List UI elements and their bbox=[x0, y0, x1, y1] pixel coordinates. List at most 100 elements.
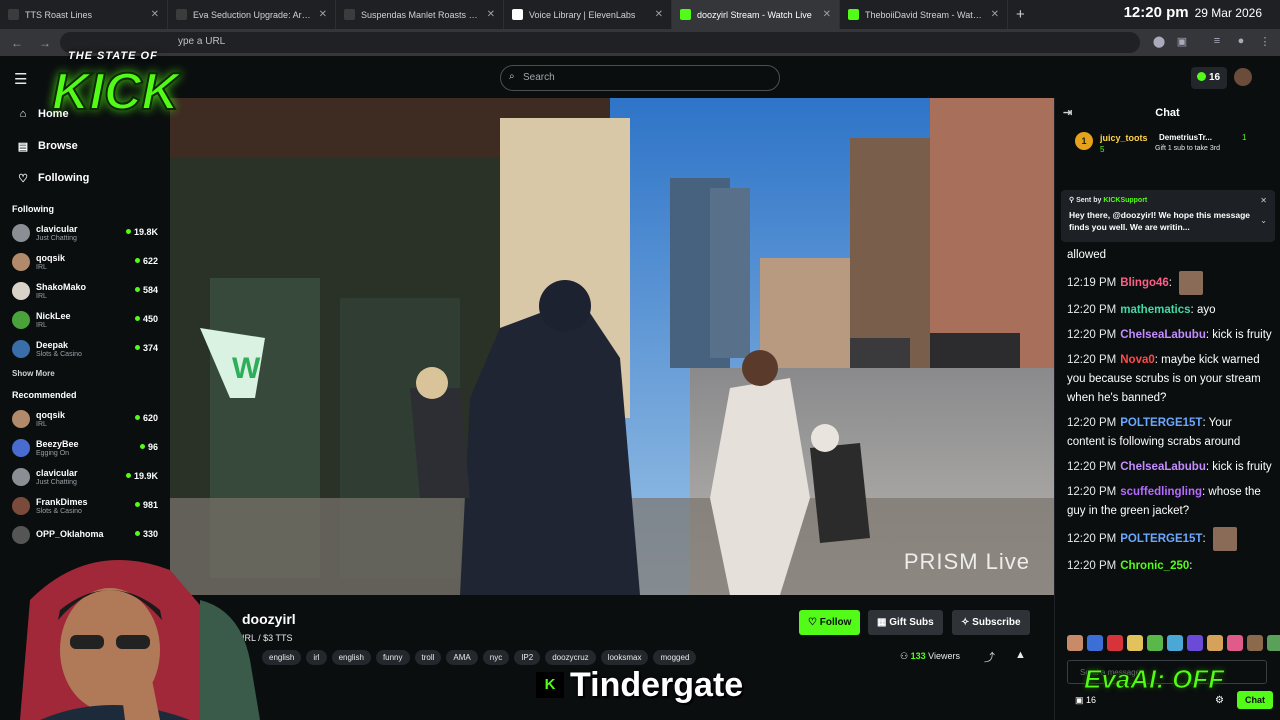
chat-username[interactable]: POLTERGE15T bbox=[1120, 417, 1202, 429]
following-heading: Following bbox=[12, 204, 54, 214]
chat-username[interactable]: Blingo46 bbox=[1120, 277, 1169, 289]
webcam-overlay bbox=[0, 540, 300, 720]
svg-text:W: W bbox=[232, 352, 261, 385]
points-badge[interactable]: 16 bbox=[1191, 67, 1227, 89]
avatar bbox=[12, 409, 30, 428]
browser-tab[interactable]: Voice Library | ElevenLabs ✕ bbox=[504, 0, 672, 29]
new-tab-button[interactable]: + bbox=[1016, 6, 1025, 23]
heart-icon: ♡ bbox=[808, 617, 820, 628]
stream-tag[interactable]: doozycruz bbox=[545, 650, 596, 665]
close-icon[interactable]: ✕ bbox=[991, 9, 999, 20]
channel-item[interactable]: clavicular Just Chatting 19.8K bbox=[0, 218, 170, 247]
channel-item[interactable]: qoqsik IRL 622 bbox=[0, 247, 170, 276]
emote-icon[interactable] bbox=[1107, 635, 1123, 651]
gift-subs-button[interactable]: ▦ Gift Subs bbox=[868, 610, 943, 635]
chat-username[interactable]: POLTERGE15T bbox=[1120, 533, 1202, 545]
menu-list-icon[interactable]: ≡ bbox=[1210, 35, 1224, 49]
stream-tag[interactable]: AMA bbox=[446, 650, 478, 665]
stream-tag[interactable]: nyc bbox=[482, 650, 510, 665]
browser-tab[interactable]: Suspendas Manlet Roasts & TTS✕ bbox=[336, 0, 504, 29]
chat-message: 12:20 PM POLTERGE15T: Your content is fol… bbox=[1067, 417, 1241, 448]
channel-item[interactable]: ShakoMako IRL 584 bbox=[0, 276, 170, 305]
star-icon: ✧ bbox=[961, 617, 973, 628]
browser-tab[interactable]: TTS Roast Lines ✕ bbox=[0, 0, 168, 29]
channel-item[interactable]: BeezyBee Egging On 96 bbox=[0, 433, 170, 462]
emote-bar bbox=[1067, 635, 1280, 651]
chat-message: allowed bbox=[1067, 246, 1272, 265]
stream-tag[interactable]: funny bbox=[375, 650, 410, 665]
chat-username[interactable]: ChelseaLabubu bbox=[1120, 461, 1206, 473]
chat-username[interactable]: ChelseaLabubu bbox=[1120, 329, 1206, 341]
stream-tag[interactable]: english bbox=[331, 650, 371, 665]
chat-panel: ⇥ Chat 1 juicy_toots 5 DemetriusTr... 1 … bbox=[1054, 98, 1280, 720]
close-icon[interactable]: ✕ bbox=[823, 9, 831, 20]
avatar[interactable] bbox=[1234, 68, 1252, 86]
video-player[interactable]: W PRISM Live bbox=[170, 98, 1054, 595]
second-gifter-name[interactable]: DemetriusTr... bbox=[1159, 133, 1212, 142]
stream-tag[interactable]: looksmax bbox=[600, 650, 649, 665]
close-icon[interactable]: ✕ bbox=[151, 9, 159, 20]
chat-username[interactable]: Chronic_250 bbox=[1120, 560, 1189, 572]
favicon-icon bbox=[8, 9, 19, 20]
stream-tag[interactable]: mogged bbox=[653, 650, 697, 665]
video-frame: W bbox=[170, 98, 1054, 595]
top-gifter-name[interactable]: juicy_toots bbox=[1100, 133, 1148, 143]
tag-list: english irl english funny troll AMA nyc IP2 dooz… bbox=[262, 650, 697, 665]
gear-icon[interactable]: ⚙ bbox=[1215, 695, 1224, 706]
emote-icon[interactable] bbox=[1187, 635, 1203, 651]
stream-tag[interactable]: irl bbox=[306, 650, 327, 665]
gift-prompt[interactable]: Gift 1 sub to take 3rd bbox=[1155, 145, 1220, 152]
stream-tag[interactable]: IP2 bbox=[514, 650, 541, 665]
chat-username[interactable]: Nova0 bbox=[1120, 354, 1155, 366]
channel-item[interactable]: clavicular Just Chatting 19.9K bbox=[0, 462, 170, 491]
chevron-down-icon[interactable]: ⌄ bbox=[1260, 216, 1267, 225]
show-more-link[interactable]: Show More bbox=[0, 363, 170, 380]
emote-icon[interactable] bbox=[1147, 635, 1163, 651]
puzzle-icon[interactable]: ▣ bbox=[1175, 35, 1189, 49]
hamburger-icon[interactable]: ☰ bbox=[14, 70, 27, 88]
viewer-count: 96 bbox=[140, 442, 158, 452]
emote-icon bbox=[1212, 527, 1237, 551]
browser-tab[interactable]: Eva Seduction Upgrade: Archety ✕ bbox=[168, 0, 336, 29]
chat-send-button[interactable]: Chat bbox=[1237, 691, 1273, 709]
chat-footer: ▣ 16 ⚙ Chat bbox=[1067, 691, 1277, 715]
avatar bbox=[12, 281, 30, 300]
follow-button[interactable]: ♡ Follow bbox=[799, 610, 861, 635]
close-icon[interactable]: ✕ bbox=[487, 9, 495, 20]
extension-icon[interactable]: ⬤ bbox=[1152, 35, 1166, 49]
emote-icon[interactable] bbox=[1247, 635, 1263, 651]
browser-tab[interactable]: TheboiiDavid Stream - Watch Live✕ bbox=[840, 0, 1008, 29]
channel-item[interactable]: NickLee IRL 450 bbox=[0, 305, 170, 334]
sidebar-item-following[interactable]: ♡ Following bbox=[0, 162, 170, 194]
unpin-icon[interactable]: ✕ bbox=[1260, 196, 1267, 205]
box-icon: ▣ bbox=[1075, 695, 1087, 705]
report-icon[interactable]: ▲ bbox=[1015, 649, 1026, 661]
close-icon[interactable]: ✕ bbox=[319, 9, 327, 20]
emote-icon[interactable] bbox=[1167, 635, 1183, 651]
more-icon[interactable]: ⋮ bbox=[1258, 35, 1272, 49]
emote-icon[interactable] bbox=[1127, 635, 1143, 651]
profile-icon[interactable]: ● bbox=[1234, 35, 1248, 49]
subscribe-button[interactable]: ✧ Subscribe bbox=[952, 610, 1030, 635]
emote-icon[interactable] bbox=[1267, 635, 1280, 651]
emote-icon[interactable] bbox=[1087, 635, 1103, 651]
emote-icon[interactable] bbox=[1067, 635, 1083, 651]
emote-icon[interactable] bbox=[1207, 635, 1223, 651]
back-icon[interactable]: ← bbox=[6, 36, 28, 50]
channel-item[interactable]: FrankDimes Slots & Casino 981 bbox=[0, 491, 170, 520]
sidebar-item-browse[interactable]: ▤ Browse bbox=[0, 130, 170, 162]
channel-item[interactable]: qoqsik IRL 620 bbox=[0, 404, 170, 433]
chat-username[interactable]: mathematics bbox=[1120, 304, 1190, 316]
channel-item[interactable]: Deepak Slots & Casino 374 bbox=[0, 334, 170, 363]
search-input[interactable]: ⌕ Search bbox=[500, 65, 780, 91]
chat-username[interactable]: scuffedlingling bbox=[1120, 486, 1202, 498]
url-input[interactable]: ype a URL bbox=[60, 32, 1140, 53]
chat-points[interactable]: ▣ 16 bbox=[1075, 695, 1096, 706]
close-icon[interactable]: ✕ bbox=[655, 9, 663, 20]
browser-tab[interactable]: doozyirl Stream - Watch Live ✕ bbox=[672, 0, 840, 29]
stream-tag[interactable]: troll bbox=[414, 650, 442, 665]
share-icon[interactable]: ⤴ bbox=[984, 649, 995, 665]
video-watermark: PRISM Live bbox=[903, 549, 1030, 574]
collapse-chat-icon[interactable]: ⇥ bbox=[1063, 106, 1072, 119]
emote-icon[interactable] bbox=[1227, 635, 1243, 651]
